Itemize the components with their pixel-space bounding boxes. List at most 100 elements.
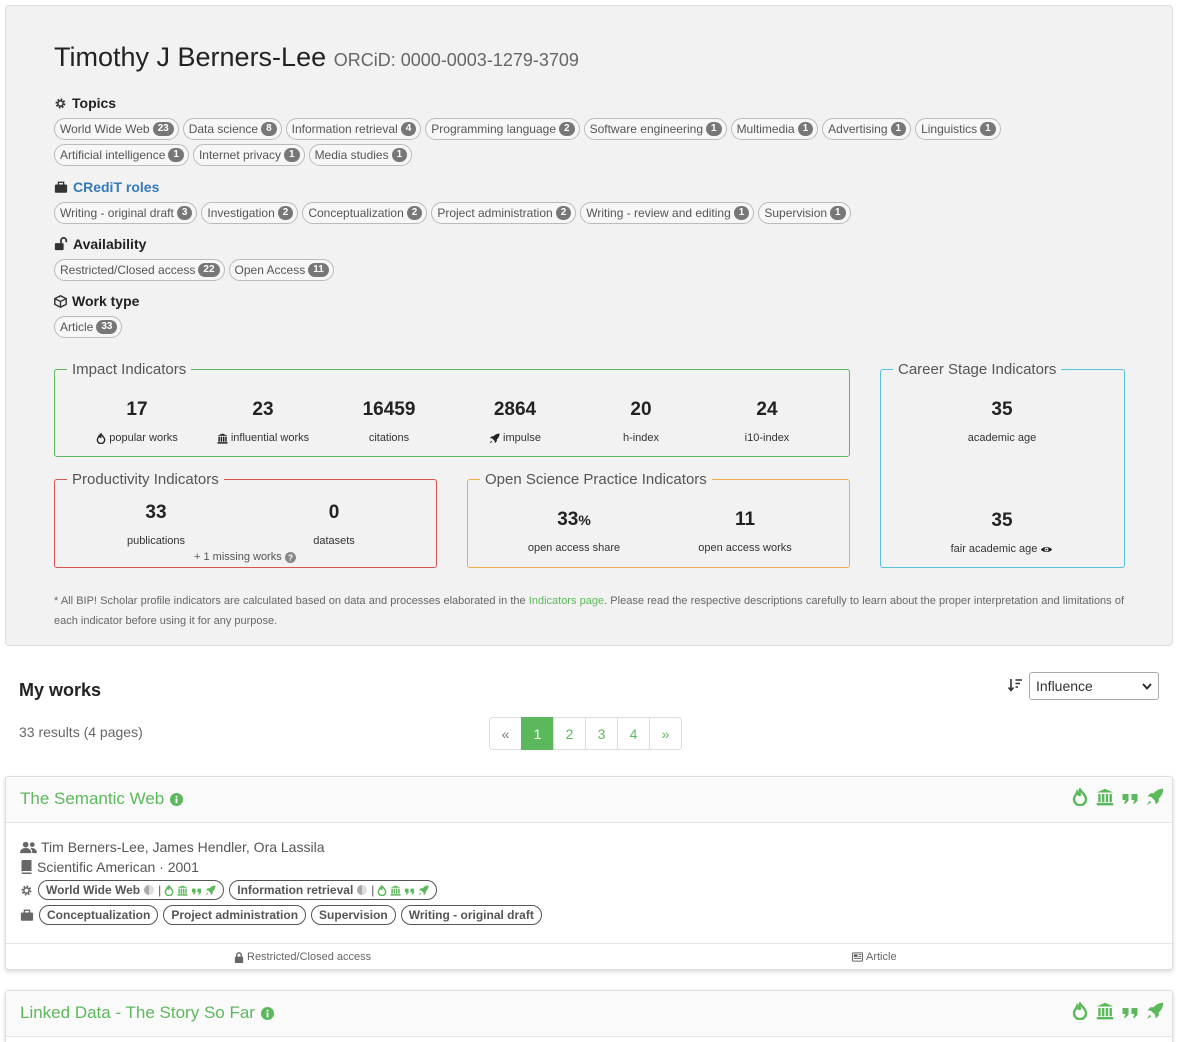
count-badge: 2 [277, 206, 294, 220]
topics-tag-world-wide-web[interactable]: World Wide Web 23 [54, 118, 179, 140]
profile-header: Timothy J Berners-Lee ORCiD: 0000-0003-1… [54, 42, 579, 73]
orcid-id: ORCiD: 0000-0003-1279-3709 [333, 50, 579, 70]
topics-tag-advertising[interactable]: Advertising 1 [822, 118, 912, 140]
work-title-link[interactable]: Linked Data - The Story So Far [20, 1003, 274, 1023]
missing-works-note: + 1 missing works ? [194, 551, 296, 563]
availability-tags: Restricted/Closed access 22 Open Access 11 [54, 259, 1054, 281]
work-topics-line: World Wide Web | Information retrieval | [20, 880, 438, 900]
count-badge: 1 [168, 148, 184, 162]
topics-tags: World Wide Web 23 Data science 8 Information… [54, 118, 1054, 166]
count-badge: 1 [391, 148, 408, 162]
count-badge: 3 [176, 206, 193, 220]
indicators-page-link[interactable]: Indicators page [529, 595, 604, 607]
fire-icon [1072, 1002, 1088, 1020]
academic-age-indicator: 35 academic age [967, 399, 1037, 444]
count-badge: 1 [890, 122, 907, 136]
page-1[interactable]: 1 [521, 717, 554, 750]
gear-icon [21, 885, 32, 895]
institution-icon [390, 884, 401, 896]
work-role-pill[interactable]: Conceptualization [39, 905, 159, 925]
open-access-works-indicator: 11 open access works [698, 509, 792, 554]
work-type-heading: Work type [54, 293, 139, 309]
help-icon[interactable]: ? [284, 551, 296, 563]
topics-heading: Topics [54, 95, 116, 111]
productivity-indicators: Productivity Indicators 33 publications … [54, 471, 437, 568]
open-science-indicators: Open Science Practice Indicators 33% ope… [467, 471, 850, 568]
credit-tag-writing-original-draft[interactable]: Writing - original draft 3 [54, 202, 198, 224]
venue-line: Scientific American · 2001 [20, 859, 199, 875]
work-card-header: The Semantic Web [6, 777, 1172, 823]
info-icon[interactable] [170, 792, 184, 806]
topics-tag-linguistics[interactable]: Linguistics 1 [915, 118, 1001, 140]
credit-tag-writing-review-and-editing[interactable]: Writing - review and editing 1 [580, 202, 755, 224]
availability-tag-restricted-closed-access[interactable]: Restricted/Closed access 22 [54, 259, 225, 281]
credit-tag-project-administration[interactable]: Project administration 2 [431, 202, 577, 224]
page-2[interactable]: 2 [553, 717, 586, 750]
indicators-disclaimer: * All BIP! Scholar profile indicators ar… [54, 595, 1124, 627]
fire-icon [96, 432, 106, 444]
work-role-pill[interactable]: Supervision [311, 905, 396, 925]
work-title-link[interactable]: The Semantic Web [20, 789, 184, 809]
work-type-tag-article[interactable]: Article 33 [54, 316, 123, 338]
count-badge: 1 [797, 122, 814, 136]
info-icon[interactable] [260, 1006, 274, 1020]
profile-name: Timothy J Berners-Lee [54, 42, 327, 72]
credit-tag-investigation[interactable]: Investigation 2 [201, 202, 299, 224]
rocket-icon [1146, 788, 1164, 806]
availability-tag-open-access[interactable]: Open Access 11 [228, 259, 334, 281]
count-badge: 2 [555, 206, 572, 220]
topics-tag-multimedia[interactable]: Multimedia 1 [730, 118, 819, 140]
topics-tag-programming-language[interactable]: Programming language 2 [425, 118, 580, 140]
topics-tag-internet-privacy[interactable]: Internet privacy 1 [192, 144, 305, 166]
count-badge: 2 [559, 122, 575, 136]
page-prev[interactable]: « [489, 717, 522, 750]
career-stage-indicators: Career Stage Indicators 35 academic age … [880, 361, 1125, 568]
credit-tag-supervision[interactable]: Supervision 1 [758, 202, 851, 224]
sort-select[interactable]: Influence [1029, 672, 1159, 700]
page-next[interactable]: » [649, 717, 682, 750]
briefcase-icon [20, 909, 34, 921]
my-works-heading: My works [19, 680, 102, 700]
impact-indicators: Impact Indicators 17 popular works 23 in… [54, 361, 850, 457]
count-badge: 33 [96, 320, 118, 334]
institution-icon [177, 884, 188, 896]
work-role-pill[interactable]: Writing - original draft [400, 905, 542, 925]
quote-icon [192, 888, 202, 895]
eye-icon[interactable] [1040, 545, 1053, 554]
fire-icon [1072, 788, 1088, 806]
briefcase-icon [54, 181, 68, 193]
topics-tag-data-science[interactable]: Data science 8 [182, 118, 282, 140]
page-4[interactable]: 4 [617, 717, 650, 750]
institution-icon [1096, 788, 1114, 806]
rocket-icon [489, 432, 500, 444]
credit-roles-heading[interactable]: CRediT roles [54, 179, 159, 195]
work-card-header: Linked Data - The Story So Far [6, 991, 1172, 1037]
institution-icon [217, 432, 228, 444]
page-3[interactable]: 3 [585, 717, 618, 750]
quote-icon [1122, 1008, 1138, 1018]
document-icon [852, 952, 863, 962]
access-status: Restricted/Closed access [234, 951, 371, 963]
work-topic-pill[interactable]: World Wide Web | [38, 880, 225, 900]
topics-tag-information-retrieval[interactable]: Information retrieval 4 [285, 118, 422, 140]
topics-tag-media-studies[interactable]: Media studies 1 [308, 144, 413, 166]
work-role-pill[interactable]: Project administration [163, 905, 307, 925]
quote-icon [405, 888, 415, 895]
work-topic-pill[interactable]: Information retrieval | [229, 880, 438, 900]
credit-tags: Writing - original draft 3 Investigation 2 C… [54, 202, 1054, 224]
rocket-icon [205, 884, 216, 896]
count-badge: 1 [830, 206, 846, 220]
book-icon [21, 860, 32, 874]
rocket-icon [1146, 1002, 1164, 1020]
work-impact-badges [1071, 788, 1164, 806]
credit-tag-conceptualization[interactable]: Conceptualization 2 [302, 202, 428, 224]
topics-tag-software-engineering[interactable]: Software engineering 1 [583, 118, 727, 140]
count-badge: 1 [706, 122, 722, 136]
work-impact-badges [1071, 1002, 1164, 1020]
count-badge: 1 [733, 206, 750, 220]
quote-icon [1122, 794, 1138, 804]
topics-tag-artificial-intelligence[interactable]: Artificial intelligence 1 [54, 144, 189, 166]
pagination: «1 2 3 4» [489, 717, 682, 750]
availability-heading: Availability [54, 236, 146, 252]
fire-icon [164, 884, 174, 896]
